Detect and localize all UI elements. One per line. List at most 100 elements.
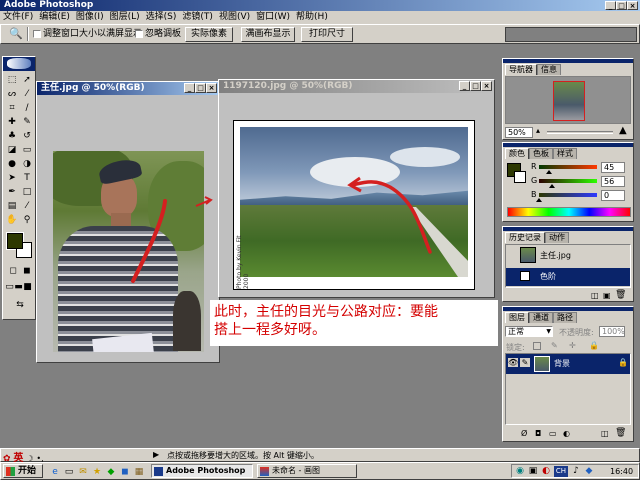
menu-select[interactable]: 选择(S) <box>143 11 180 23</box>
color-spectrum-bar[interactable] <box>507 207 631 217</box>
lock-all-icon[interactable]: 🔒 <box>589 341 599 350</box>
tab-channels[interactable]: 通道 <box>529 312 553 323</box>
adjustment-layer-icon[interactable]: ◐ <box>563 429 570 438</box>
lock-position-icon[interactable]: ✛ <box>569 341 576 350</box>
resize-window-checkbox[interactable] <box>33 30 41 38</box>
opacity-field[interactable]: 100% <box>599 326 625 337</box>
shape-tool-icon[interactable]: □ <box>20 186 34 199</box>
close-button[interactable]: × <box>627 1 638 10</box>
task-photoshop-button[interactable]: Adobe Photoshop <box>151 464 253 478</box>
history-trash-icon[interactable]: 🗑 <box>615 290 626 300</box>
doc2-close-button[interactable]: × <box>481 81 492 91</box>
menu-file[interactable]: 文件(F) <box>0 11 36 23</box>
menu-view[interactable]: 视图(V) <box>216 11 253 23</box>
quicklaunch-app-icon-2[interactable]: ◆ <box>105 466 117 478</box>
tab-styles[interactable]: 样式 <box>553 148 577 159</box>
tab-history[interactable]: 历史记录 <box>505 232 545 243</box>
zoom-tool-box-icon[interactable]: ⚲ <box>20 214 34 227</box>
screen-mode-standard-icon[interactable]: ▭ <box>5 281 14 294</box>
quickmask-on-icon[interactable]: ◼ <box>20 265 34 278</box>
menu-filter[interactable]: 滤镜(T) <box>179 11 216 23</box>
dodge-tool-icon[interactable]: ◑ <box>20 158 34 171</box>
tab-navigator[interactable]: 导航器 <box>505 64 537 75</box>
type-tool-icon[interactable]: T <box>20 172 34 185</box>
zoom-tool-icon[interactable]: 🔍 <box>9 27 23 41</box>
path-select-icon[interactable]: ➤ <box>5 172 19 185</box>
menu-image[interactable]: 图像(I) <box>73 11 107 23</box>
quicklaunch-desktop-icon[interactable]: ▭ <box>63 466 75 478</box>
layer-mask-icon[interactable]: ◘ <box>535 429 541 438</box>
doc1-title-bar[interactable]: 主任.jpg @ 50%(RGB) _ □ × <box>37 82 219 95</box>
lasso-tool-icon[interactable]: ᔕ <box>5 88 19 101</box>
layer-set-icon[interactable]: ▭ <box>549 429 557 438</box>
screen-mode-full-menu-icon[interactable]: ▬ <box>14 281 23 294</box>
lock-transparency-icon[interactable] <box>533 342 541 350</box>
doc2-title-bar[interactable]: 1197120.jpg @ 50%(RGB) _ □ × <box>219 80 494 93</box>
actual-pixels-button[interactable]: 实际像素 <box>185 27 233 42</box>
lock-image-icon[interactable]: ✎ <box>551 341 558 350</box>
menu-layer[interactable]: 图层(L) <box>107 11 143 23</box>
task-paint-button[interactable]: 未命名 - 画图 <box>257 464 357 478</box>
brush-tool-icon[interactable]: ✎ <box>20 116 34 129</box>
minimize-button[interactable]: _ <box>605 1 616 10</box>
blur-tool-icon[interactable]: ● <box>5 158 19 171</box>
r-value-field[interactable]: 45 <box>601 162 625 173</box>
tab-info[interactable]: 信息 <box>537 64 561 75</box>
eyedropper-icon[interactable]: ⁄ <box>20 200 34 213</box>
quicklaunch-app-icon-1[interactable]: ★ <box>91 466 103 478</box>
history-new-snapshot-icon[interactable]: ▣ <box>603 291 611 300</box>
tab-layers[interactable]: 图层 <box>505 312 529 323</box>
ignore-palettes-checkbox[interactable] <box>135 30 143 38</box>
history-snapshot-row[interactable]: 主任.jpg <box>506 245 630 267</box>
new-layer-icon[interactable]: ◫ <box>601 429 609 438</box>
doc1-close-button[interactable]: × <box>206 83 217 93</box>
tray-app-icon[interactable]: ◆ <box>583 465 595 477</box>
slice-tool-icon[interactable]: ∕ <box>20 102 34 115</box>
quicklaunch-app-icon-3[interactable]: ◼ <box>119 466 131 478</box>
tray-monitor-icon[interactable]: ▣ <box>527 465 539 477</box>
color-bg-swatch[interactable] <box>514 171 526 183</box>
zoom-slider[interactable] <box>547 131 613 134</box>
history-brush-icon[interactable]: ↺ <box>20 130 34 143</box>
start-button[interactable]: 开始 <box>3 464 43 478</box>
tray-network-icon[interactable]: ◉ <box>514 465 526 477</box>
zoom-in-icon[interactable]: ▲ <box>619 125 627 136</box>
screen-mode-full-icon[interactable]: ■ <box>23 281 32 294</box>
healing-brush-icon[interactable]: ✚ <box>5 116 19 129</box>
zoom-out-icon[interactable]: ▴ <box>536 126 540 135</box>
maximize-button[interactable]: □ <box>616 1 627 10</box>
fit-on-screen-button[interactable]: 满画布显示 <box>241 27 295 42</box>
eraser-tool-icon[interactable]: ◪ <box>5 144 19 157</box>
doc2-maximize-button[interactable]: □ <box>470 81 481 91</box>
tray-ime-ch[interactable]: CH <box>554 466 568 477</box>
ime-bar[interactable]: ✿ 英 ☽ •, <box>3 449 65 464</box>
blend-mode-select[interactable]: 正常 ▼ <box>505 326 553 337</box>
quicklaunch-app-icon-4[interactable]: ▦ <box>133 466 145 478</box>
imageready-jump-icon[interactable]: ⇆ <box>11 299 29 312</box>
quicklaunch-outlook-icon[interactable]: ✉ <box>77 466 89 478</box>
menu-window[interactable]: 窗口(W) <box>253 11 293 23</box>
b-slider[interactable] <box>539 193 597 197</box>
tray-volume-icon[interactable]: ♪ <box>570 465 582 477</box>
b-slider-thumb[interactable] <box>536 198 542 202</box>
quickmask-off-icon[interactable]: ◻ <box>6 265 20 278</box>
g-slider-thumb[interactable] <box>548 184 555 188</box>
doc1-minimize-button[interactable]: _ <box>184 83 195 93</box>
gradient-tool-icon[interactable]: ▭ <box>20 144 34 157</box>
menu-help[interactable]: 帮助(H) <box>293 11 331 23</box>
doc2-minimize-button[interactable]: _ <box>459 81 470 91</box>
eye-icon[interactable]: 👁 <box>508 358 518 367</box>
marquee-tool-icon[interactable]: ⬚ <box>5 74 19 87</box>
tab-swatches[interactable]: 色板 <box>529 148 553 159</box>
magic-wand-icon[interactable]: ⁄ <box>20 88 34 101</box>
b-value-field[interactable]: 0 <box>601 190 625 201</box>
tray-antivirus-icon[interactable]: ◐ <box>540 465 552 477</box>
move-tool-icon[interactable]: ➚ <box>20 74 34 87</box>
tab-color[interactable]: 颜色 <box>505 148 529 159</box>
g-slider[interactable] <box>539 179 597 183</box>
tab-actions[interactable]: 动作 <box>545 232 569 243</box>
tab-paths[interactable]: 路径 <box>553 312 577 323</box>
print-size-button[interactable]: 打印尺寸 <box>301 27 353 42</box>
r-slider[interactable] <box>539 165 597 169</box>
r-slider-thumb[interactable] <box>546 170 553 174</box>
